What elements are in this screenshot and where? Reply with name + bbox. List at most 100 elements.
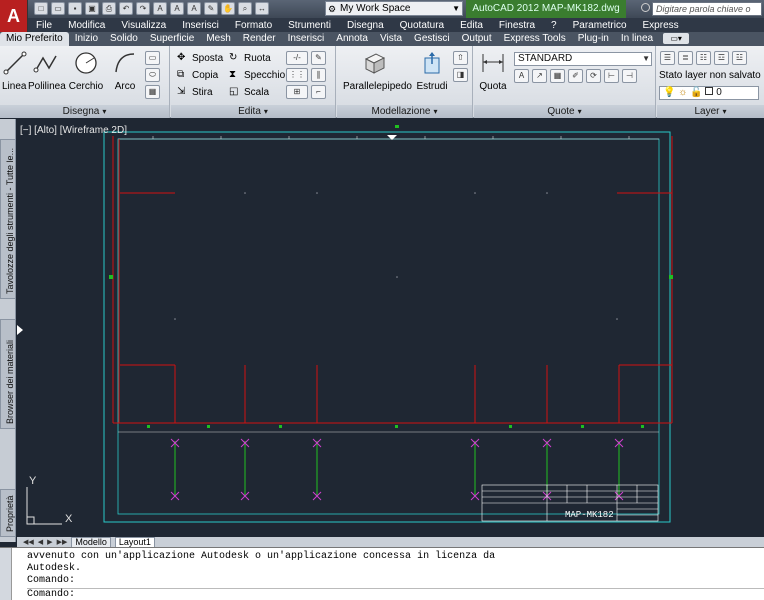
panel-title-edita[interactable]: Edita ▾ [171,105,335,118]
layer-freeze-icon[interactable]: ☳ [732,51,747,65]
menu-help[interactable]: ? [543,20,565,31]
tab-annota[interactable]: Annota [330,32,374,46]
menu-disegna[interactable]: Disegna [339,20,392,31]
redo-icon[interactable]: ↷ [136,2,150,15]
print-icon[interactable]: ⎙ [102,2,116,15]
command-input[interactable]: Comando: [27,589,75,600]
presspull-icon[interactable]: ⇧ [453,51,468,65]
tab-in-linea[interactable]: In linea [615,32,659,46]
array-icon[interactable]: ⋮⋮ [286,68,308,82]
last-tab-icon[interactable]: ▶▶ [57,538,68,546]
offset-icon[interactable]: ∥ [311,68,326,82]
tool-palettes-tab[interactable]: Tavolozze degli strumenti - Tutte le... [0,139,16,299]
tab-mio-preferito[interactable]: Mio Preferito [0,32,69,46]
tab-render[interactable]: Render [237,32,282,46]
match-properties-icon[interactable]: ✎ [204,2,218,15]
panel-title-quote[interactable]: Quote ▾ [474,105,655,118]
parallelepipedo-button[interactable]: Parallelepipedo [343,50,412,92]
dim-continue-icon[interactable]: ⊢ [604,69,619,83]
menu-express[interactable]: Express [635,20,687,31]
tab-solido[interactable]: Solido [104,32,144,46]
scala-button[interactable]: ◱ Scala [229,86,269,98]
menu-finestra[interactable]: Finestra [491,20,543,31]
save-as-icon[interactable]: ▣ [85,2,99,15]
panel-title-disegna[interactable]: Disegna ▾ [0,105,169,118]
tab-output[interactable]: Output [456,32,498,46]
menu-strumenti[interactable]: Strumenti [280,20,339,31]
leader-icon[interactable]: ↗ [532,69,547,83]
viewport-controls[interactable]: [−] [Alto] [Wireframe 2D] [20,125,127,136]
hatch-icon[interactable]: ▦ [145,85,160,99]
application-menu-button[interactable]: A [0,0,28,32]
menu-inserisci[interactable]: Inserisci [174,20,227,31]
quota-button[interactable]: Quota [478,50,508,92]
layer-isolate-icon[interactable]: ☲ [714,51,729,65]
cerchio-button[interactable]: Cerchio [68,50,104,92]
arco-button[interactable]: Arco [110,50,140,92]
workspace-selector[interactable]: ⚙ My Work Space ▼ [325,1,463,16]
save-icon[interactable]: ▪ [68,2,82,15]
next-tab-icon[interactable]: ▶ [47,538,52,546]
dim-update-icon[interactable]: ⟳ [586,69,601,83]
text-icon[interactable]: A [514,69,529,83]
trim-icon[interactable]: -/- [286,51,308,65]
menu-modifica[interactable]: Modifica [60,20,113,31]
current-layer-select[interactable]: 💡 ☼ 🔓 0 [659,86,759,100]
layer-state-select[interactable]: Stato layer non salvato [659,70,761,81]
table-icon[interactable]: ▦ [550,69,565,83]
specchio-button[interactable]: ⧗ Specchio [229,69,285,81]
text-icon[interactable]: A [170,2,184,15]
new-file-icon[interactable]: □ [34,2,48,15]
menu-visualizza[interactable]: Visualizza [113,20,174,31]
panel-title-layer[interactable]: Layer ▾ [657,105,764,118]
mtext-icon[interactable]: A [187,2,201,15]
command-line-handle[interactable] [0,548,12,600]
sposta-button[interactable]: ✥ Sposta [177,52,223,64]
ellipse-icon[interactable]: ⬭ [145,68,160,82]
estrudi-button[interactable]: Estrudi [415,50,449,92]
tab-express-tools[interactable]: Express Tools [498,32,572,46]
dimension-icon[interactable]: ↔ [255,2,269,15]
tab-gestisci[interactable]: Gestisci [408,32,456,46]
open-file-icon[interactable]: ▭ [51,2,65,15]
linea-button[interactable]: Linea [2,50,27,92]
first-tab-icon[interactable]: ◀◀ [23,538,34,546]
fillet-icon[interactable]: ⌐ [311,85,326,99]
rectangle-icon[interactable]: ▭ [145,51,160,65]
tab-superficie[interactable]: Superficie [144,32,200,46]
zoom-icon[interactable]: ⌕ [238,2,252,15]
tab-modello[interactable]: Modello [71,536,111,548]
pan-icon[interactable]: ✋ [221,2,235,15]
menu-formato[interactable]: Formato [227,20,280,31]
erase-icon[interactable]: ✎ [311,51,326,65]
polilinea-button[interactable]: Polilinea [28,50,66,92]
prev-tab-icon[interactable]: ◀ [38,538,43,546]
tab-inizio[interactable]: Inizio [69,32,104,46]
tab-vista[interactable]: Vista [374,32,408,46]
tab-layout1[interactable]: Layout1 [114,536,155,548]
tab-plug-in[interactable]: Plug-in [572,32,615,46]
ribbon-minimize-button[interactable]: ▭▾ [663,33,690,44]
dimension-style-select[interactable]: STANDARD ▼ [514,52,652,66]
properties-tab[interactable]: Proprietà [0,489,16,537]
layer-previous-icon[interactable]: ☷ [696,51,711,65]
materials-browser-tab[interactable]: Browser dei materiali [0,319,16,429]
layer-properties-icon[interactable]: ☰ [660,51,675,65]
menu-edita[interactable]: Edita [452,20,491,31]
panel-title-modellazione[interactable]: Modellazione ▾ [337,105,472,118]
solid-edit-icon[interactable]: ◨ [453,68,468,82]
drawing-viewport[interactable]: MAP-MK182 Y X [−] [Alto] [Wireframe 2D] [17,119,764,537]
ruota-button[interactable]: ↻ Ruota [229,52,271,64]
menu-file[interactable]: File [28,20,60,31]
multileader-icon[interactable]: ✐ [568,69,583,83]
stira-button[interactable]: ⇲ Stira [177,86,213,98]
layer-match-icon[interactable]: ≣ [678,51,693,65]
explode-icon[interactable]: ⊞ [286,85,308,99]
tab-mesh[interactable]: Mesh [200,32,236,46]
undo-icon[interactable]: ↶ [119,2,133,15]
search-input[interactable]: Digitare parola chiave o frase [652,2,762,26]
menu-quotatura[interactable]: Quotatura [392,20,452,31]
menu-parametrico[interactable]: Parametrico [565,20,635,31]
copia-button[interactable]: ⧉ Copia [177,69,218,81]
dim-baseline-icon[interactable]: ⊣ [622,69,637,83]
